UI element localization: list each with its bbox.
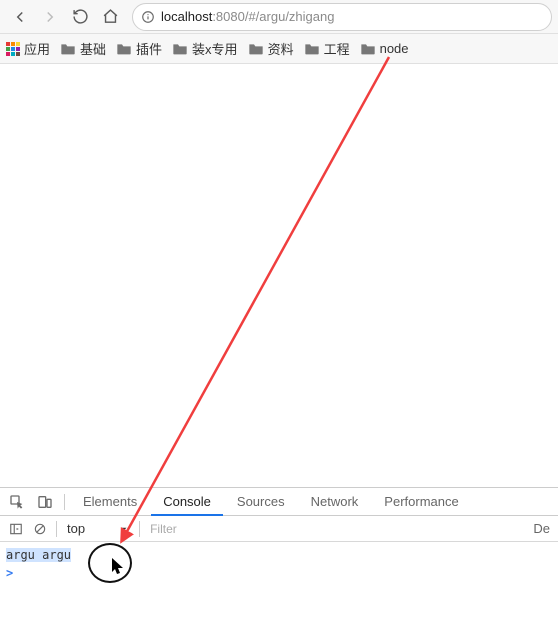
bookmark-label: 资料 [268,39,294,58]
default-levels[interactable]: De [533,521,550,536]
folder-icon [116,42,132,56]
separator [64,494,65,510]
inspect-element-button[interactable] [4,489,30,515]
bookmark-folder[interactable]: 装x专用 [172,39,238,58]
inspect-icon [9,494,25,510]
folder-icon [304,42,320,56]
folder-icon [360,42,376,56]
bookmark-label: 基础 [80,39,106,58]
bookmark-folder[interactable]: 工程 [304,39,350,58]
console-sidebar-button[interactable] [4,517,28,541]
info-icon [141,10,155,24]
tab-network[interactable]: Network [299,488,371,516]
home-button[interactable] [96,3,124,31]
sidebar-icon [9,522,23,536]
browser-toolbar: localhost:8080/#/argu/zhigang [0,0,558,34]
filter-input[interactable] [150,519,533,539]
address-bar[interactable]: localhost:8080/#/argu/zhigang [132,3,552,31]
apps-grid-icon [6,42,20,56]
bookmark-folder[interactable]: 资料 [248,39,294,58]
folder-icon [248,42,264,56]
tab-console[interactable]: Console [151,488,223,516]
bookmark-label: 插件 [136,39,162,58]
chevron-down-icon [119,524,129,534]
devtools-panel: Elements Console Sources Network Perform… [0,487,558,621]
apps-bookmark[interactable]: 应用 [6,39,50,58]
separator [56,521,57,537]
console-log-line: argu argu [6,546,552,564]
reload-icon [72,8,89,25]
clear-console-button[interactable] [28,517,52,541]
bookmark-folder[interactable]: 基础 [60,39,106,58]
arrow-left-icon [11,8,29,26]
bookmark-label: 工程 [324,39,350,58]
bookmark-label: node [380,41,409,56]
device-icon [37,494,53,510]
separator [139,521,140,537]
console-output: argu argu > [0,542,558,586]
context-label: top [67,521,85,536]
bookmarks-bar: 应用 基础 插件 装x专用 资料 工程 node [0,34,558,64]
url-text: localhost:8080/#/argu/zhigang [161,9,334,24]
folder-icon [172,42,188,56]
folder-icon [60,42,76,56]
context-select[interactable]: top [61,521,135,536]
console-prompt[interactable]: > [6,564,552,582]
home-icon [102,8,119,25]
bookmark-folder[interactable]: 插件 [116,39,162,58]
back-button[interactable] [6,3,34,31]
tab-performance[interactable]: Performance [372,488,470,516]
devtools-tabs: Elements Console Sources Network Perform… [0,488,558,516]
console-controls: top De [0,516,558,542]
forward-button[interactable] [36,3,64,31]
bookmark-label: 装x专用 [192,39,238,58]
apps-label: 应用 [24,39,50,58]
reload-button[interactable] [66,3,94,31]
tab-sources[interactable]: Sources [225,488,297,516]
arrow-right-icon [41,8,59,26]
bookmark-folder[interactable]: node [360,41,409,56]
clear-icon [33,522,47,536]
tab-elements[interactable]: Elements [71,488,149,516]
device-toggle-button[interactable] [32,489,58,515]
